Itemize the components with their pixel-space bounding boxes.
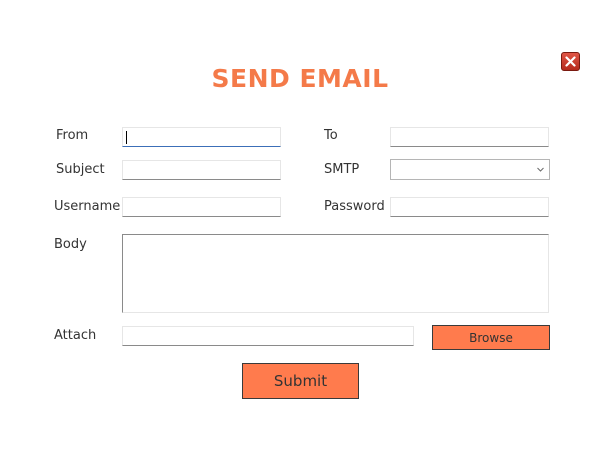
submit-button[interactable]: Submit (242, 363, 359, 399)
password-field[interactable] (390, 197, 549, 217)
browse-button[interactable]: Browse (432, 325, 550, 350)
subject-label: Subject (56, 162, 105, 177)
to-field[interactable] (390, 127, 549, 147)
body-label: Body (54, 237, 87, 252)
to-label: To (324, 128, 338, 143)
attach-field[interactable] (122, 326, 414, 346)
submit-label: Submit (273, 372, 328, 390)
password-label: Password (324, 199, 385, 214)
page-title: SEND EMAIL (211, 64, 389, 93)
attach-label: Attach (54, 328, 97, 343)
from-label: From (56, 128, 89, 143)
browse-label: Browse (469, 330, 513, 345)
subject-field[interactable] (122, 160, 281, 180)
smtp-label: SMTP (324, 162, 360, 177)
username-label: Username (54, 199, 121, 214)
smtp-select[interactable] (390, 159, 550, 180)
chevron-down-icon (537, 167, 544, 172)
from-field[interactable] (122, 127, 281, 147)
username-field[interactable] (122, 197, 281, 217)
body-textarea[interactable] (122, 234, 549, 313)
text-caret (126, 131, 127, 144)
